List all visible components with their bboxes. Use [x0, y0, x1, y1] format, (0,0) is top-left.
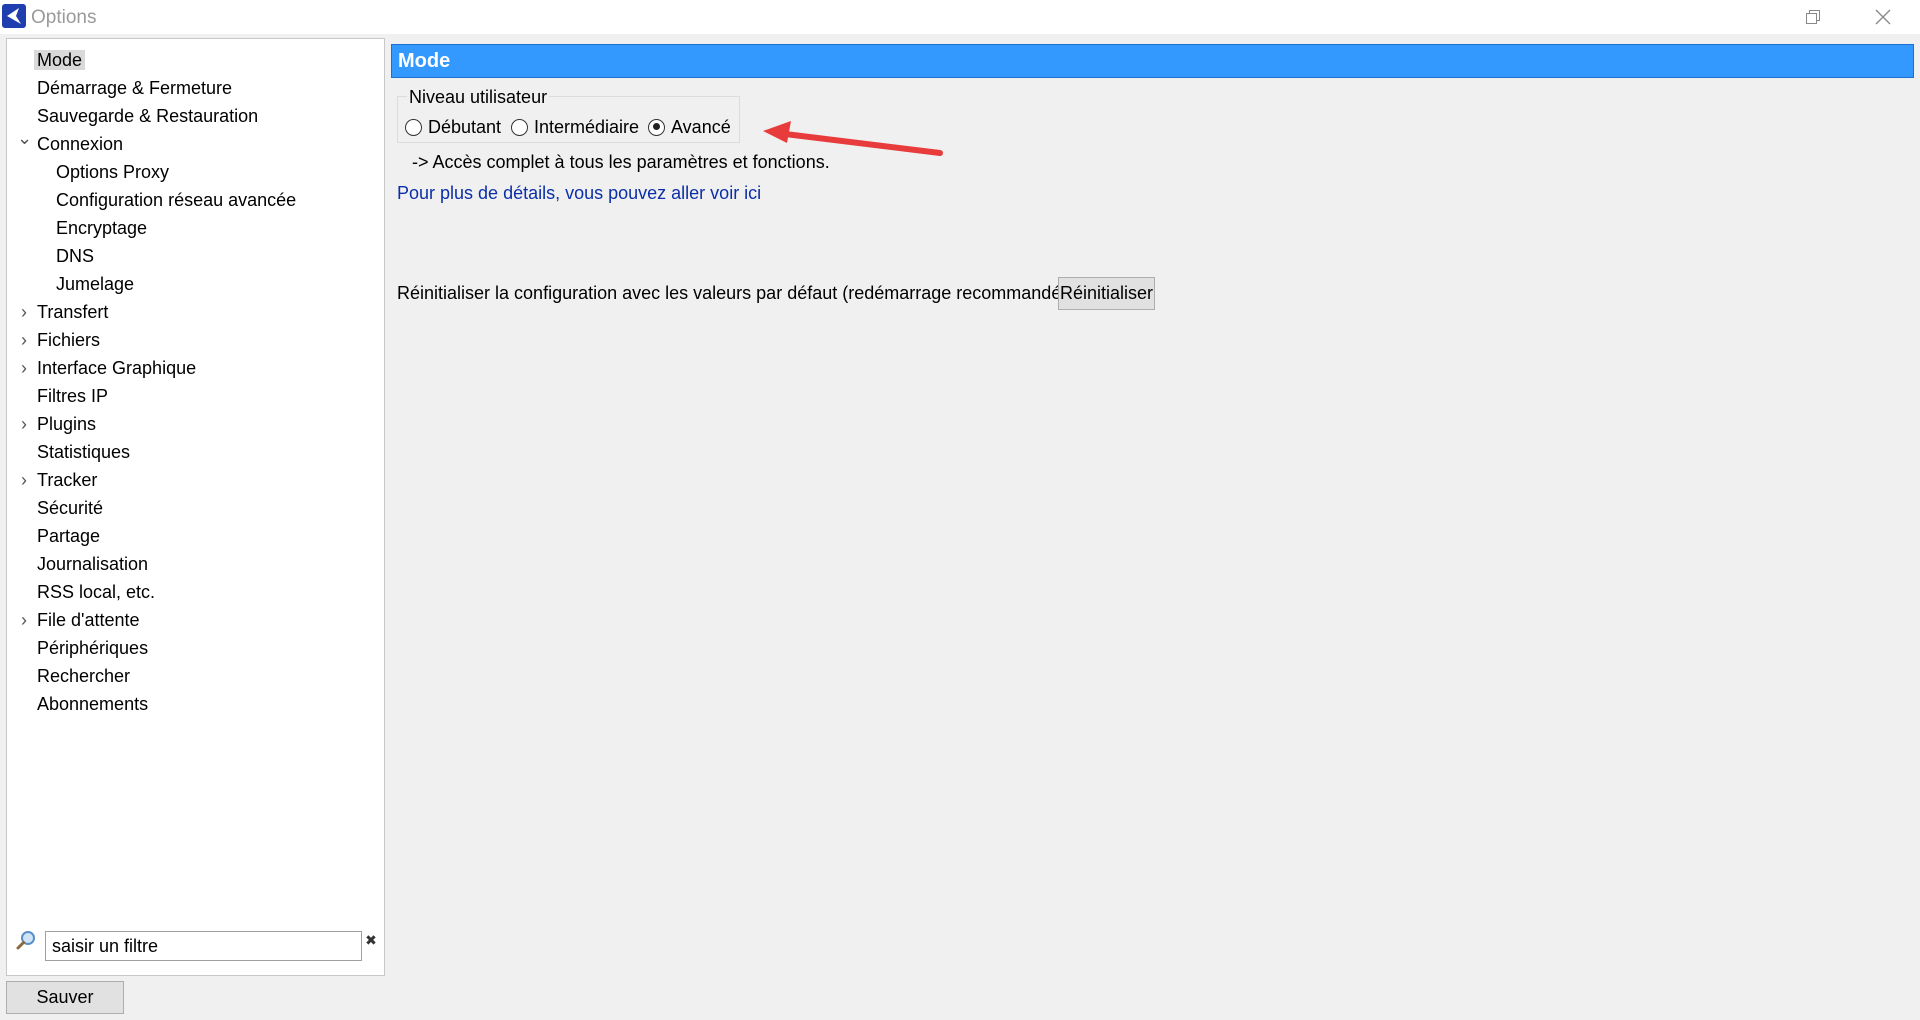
sidebar-item[interactable]: RSS local, etc. [34, 579, 158, 605]
sidebar-item-label: Configuration réseau avancée [56, 190, 297, 210]
sidebar-item-label: Encryptage [56, 218, 148, 238]
sidebar-item[interactable]: › Fichiers [21, 327, 103, 353]
sidebar-item-label: Sauvegarde & Restauration [37, 106, 259, 126]
sidebar-item[interactable]: Mode [34, 47, 86, 73]
filter-input[interactable] [45, 931, 362, 961]
sidebar-item[interactable]: Journalisation [34, 551, 151, 577]
chevron-right-icon[interactable]: › [17, 467, 31, 493]
sidebar-item-label: Abonnements [37, 694, 149, 714]
chevron-right-icon[interactable]: › [17, 411, 31, 437]
sidebar-item-label: Tracker [37, 470, 98, 490]
sidebar-item[interactable]: Rechercher [34, 663, 133, 689]
section-header: Mode [391, 44, 1914, 78]
close-button[interactable] [1854, 0, 1912, 34]
radio-intermediate-label: Intermédiaire [534, 116, 640, 137]
radio-beginner[interactable]: Débutant [405, 114, 501, 140]
sidebar-item-label: File d'attente [37, 610, 140, 630]
sidebar-item-label: Plugins [37, 414, 97, 434]
sidebar-item[interactable]: › Tracker [21, 467, 100, 493]
sidebar-item-label: Démarrage & Fermeture [37, 78, 233, 98]
sidebar-item-label: Interface Graphique [37, 358, 197, 378]
radio-beginner-circle[interactable] [405, 118, 422, 136]
sidebar-item[interactable]: Statistiques [34, 439, 133, 465]
sidebar-item[interactable]: › File d'attente [21, 607, 143, 633]
sidebar-item-label: Jumelage [56, 274, 135, 294]
app-icon [2, 4, 26, 28]
chevron-right-icon[interactable]: › [17, 355, 31, 381]
search-icon [16, 931, 35, 950]
sidebar-item-label: Périphériques [37, 638, 149, 658]
sidebar-item-label: Options Proxy [56, 162, 170, 182]
sidebar-item[interactable]: ⌄ Connexion [17, 128, 126, 157]
annotation-arrow [763, 121, 943, 156]
radio-intermediate[interactable]: Intermédiaire [511, 114, 639, 140]
save-button[interactable]: Sauver [6, 981, 124, 1014]
sidebar-item-label: Transfert [37, 302, 109, 322]
radio-intermediate-circle[interactable] [511, 118, 528, 136]
user-level-title: Niveau utilisateur [407, 87, 550, 108]
filter-bar: ✖ [7, 919, 384, 975]
sidebar-item-label: Journalisation [37, 554, 149, 574]
sidebar-item[interactable]: Configuration réseau avancée [53, 187, 299, 213]
chevron-right-icon[interactable]: › [17, 299, 31, 325]
sidebar-item[interactable]: › Plugins [21, 411, 99, 437]
window-title: Options [31, 7, 97, 28]
sidebar-item-label: Filtres IP [37, 386, 109, 406]
radio-advanced-label: Avancé [671, 116, 731, 137]
sidebar-item[interactable]: › Transfert [21, 299, 111, 325]
sidebar-item-label: DNS [56, 246, 95, 266]
sidebar-item-label: RSS local, etc. [37, 582, 156, 602]
sidebar-item-label: Sécurité [37, 498, 104, 518]
close-icon [1875, 9, 1891, 25]
sidebar-item[interactable]: Abonnements [34, 691, 151, 717]
radio-advanced[interactable]: Avancé [648, 114, 731, 140]
sidebar-item-label: Connexion [37, 134, 124, 154]
sidebar-tree-panel: Mode Démarrage & Fermeture Sauvegarde & Re… [6, 38, 385, 976]
sidebar-item-label: Statistiques [37, 442, 131, 462]
details-link[interactable]: Pour plus de détails, vous pouvez aller … [397, 183, 761, 204]
chevron-right-icon[interactable]: › [17, 327, 31, 353]
radio-beginner-label: Débutant [428, 116, 502, 137]
sidebar-item[interactable]: Démarrage & Fermeture [34, 75, 235, 101]
sidebar-item[interactable]: Filtres IP [34, 383, 111, 409]
sidebar-item-label: Partage [37, 526, 101, 546]
restore-icon [1806, 10, 1820, 24]
sidebar-item-label: Mode [34, 50, 86, 70]
title-bar: Options [0, 0, 1920, 34]
minimize-button[interactable] [1715, 0, 1773, 34]
sidebar-item[interactable]: Sauvegarde & Restauration [34, 103, 261, 129]
reset-button[interactable]: Réinitialiser [1058, 277, 1155, 310]
sidebar-item[interactable]: Encryptage [53, 215, 150, 241]
radio-advanced-circle[interactable] [648, 118, 665, 136]
sidebar-item[interactable]: › Interface Graphique [21, 355, 199, 381]
sidebar-item-label: Rechercher [37, 666, 131, 686]
sidebar-item[interactable]: Jumelage [53, 271, 137, 297]
clear-filter-icon[interactable]: ✖ [362, 931, 380, 949]
chevron-right-icon[interactable]: › [17, 607, 31, 633]
sidebar-item[interactable]: Partage [34, 523, 103, 549]
sidebar-item[interactable]: Périphériques [34, 635, 151, 661]
sidebar-item[interactable]: Sécurité [34, 495, 106, 521]
chevron-down-icon[interactable]: ⌄ [17, 125, 32, 151]
sidebar-item[interactable]: DNS [53, 243, 97, 269]
sidebar-item[interactable]: Options Proxy [53, 159, 172, 185]
reset-description: Réinitialiser la configuration avec les … [397, 283, 1068, 303]
sidebar-item-label: Fichiers [37, 330, 101, 350]
restore-button[interactable] [1784, 0, 1842, 34]
